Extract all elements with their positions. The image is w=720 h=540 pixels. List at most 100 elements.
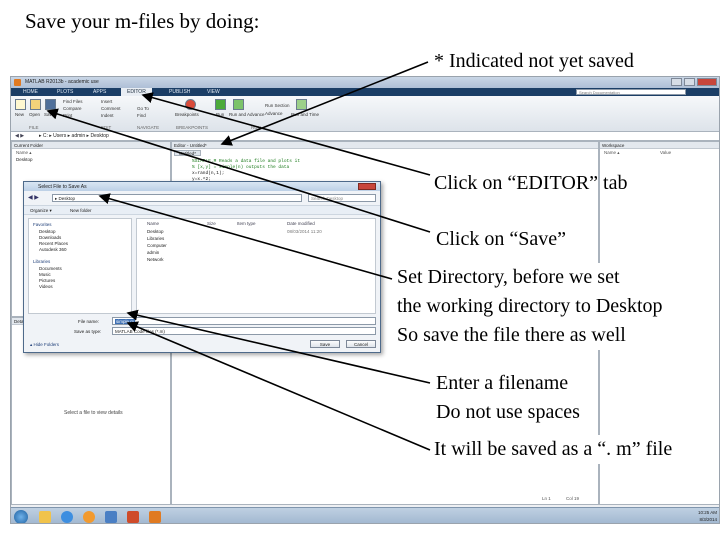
minimize-icon[interactable] [671, 78, 682, 86]
goto-button[interactable]: Go To [137, 106, 149, 111]
print-button[interactable]: Print [63, 113, 72, 118]
save-button[interactable]: Save [44, 112, 54, 117]
indent-button[interactable]: Indent [101, 113, 114, 118]
advance-button[interactable]: Advance [265, 111, 283, 116]
file-row-name[interactable]: Libraries [147, 236, 164, 241]
dialog-close-icon[interactable] [358, 183, 376, 190]
breakpoints-icon[interactable] [185, 99, 196, 110]
ie-icon[interactable] [61, 511, 73, 523]
close-icon[interactable] [697, 78, 717, 86]
note-directory: Set Directory, before we set the working… [397, 263, 663, 350]
compare-button[interactable]: Compare [63, 106, 82, 111]
breakpoints-button[interactable]: Breakpoints [175, 112, 199, 117]
media-icon[interactable] [105, 511, 117, 523]
file-row-date: 08/03/2014 11:20 [287, 229, 322, 234]
code-line[interactable]: % [x,y] = simple(n) outputs the data [192, 165, 289, 170]
nav-item[interactable]: Pictures [39, 278, 55, 283]
new-folder-button[interactable]: New folder [70, 208, 92, 213]
current-folder-header: Current Folder [12, 142, 170, 149]
powerpoint-icon[interactable] [127, 511, 139, 523]
status-ln: Ln 1 [542, 496, 551, 501]
col-type[interactable]: Item type [237, 221, 256, 226]
file-row-name[interactable]: admin [147, 250, 159, 255]
nav-item[interactable]: Music [39, 272, 51, 277]
nav-item[interactable]: Desktop [39, 229, 56, 234]
dialog-address-bar[interactable]: ▸ Desktop [52, 194, 302, 202]
code-line[interactable]: %SIMPLE.M Reads a data file and plots it [192, 159, 300, 164]
status-col: Col 19 [566, 496, 580, 501]
matlab-logo-icon [14, 79, 21, 86]
dialog-save-button[interactable]: Save [310, 340, 340, 348]
run-time-icon[interactable] [296, 99, 307, 110]
comment-button[interactable]: Comment [101, 106, 121, 111]
file-row-name[interactable]: Computer [147, 243, 167, 248]
matlab-taskbar-icon[interactable] [149, 511, 161, 523]
nav-item[interactable]: Recent Places [39, 241, 68, 246]
hide-folders-button[interactable]: ▴ Hide Folders [30, 342, 59, 348]
tab-plots[interactable]: PLOTS [51, 88, 79, 96]
tab-apps[interactable]: APPS [87, 88, 112, 96]
folder-item-desktop[interactable]: Desktop [16, 157, 33, 162]
run-advance-icon[interactable] [233, 99, 244, 110]
workspace-name-column[interactable]: Name ▴ [604, 150, 620, 156]
dialog-file-list: Name Size Item type Date modified Deskto… [136, 218, 376, 314]
dialog-titlebar: Select File to Save As [24, 182, 380, 191]
tab-home[interactable]: HOME [17, 88, 44, 96]
tab-publish[interactable]: PUBLISH [163, 88, 196, 96]
nav-favorites-header[interactable]: Favorites [33, 222, 52, 227]
col-size[interactable]: Size [207, 221, 216, 226]
organize-button[interactable]: Organize ▾ [30, 208, 52, 214]
dialog-search-input[interactable]: Search Desktop [308, 194, 376, 202]
col-name[interactable]: Name [147, 221, 159, 226]
explorer-icon[interactable] [39, 511, 51, 523]
clock-date: 8/3/2014 [699, 517, 717, 522]
path-back-icon[interactable]: ◀ ▶ [15, 133, 24, 139]
new-icon[interactable] [15, 99, 26, 110]
note-filename-line: Enter a filename [436, 372, 569, 394]
run-advance-button[interactable]: Run and Advance [229, 112, 265, 117]
nav-item[interactable]: Documents [39, 266, 62, 271]
nav-item[interactable]: Autodesk 360 [39, 247, 67, 252]
start-button-icon[interactable] [14, 510, 28, 523]
run-button[interactable]: Run [216, 112, 224, 117]
note-filename: Enter a filename Do not use spaces [436, 369, 580, 427]
open-button[interactable]: Open [29, 112, 40, 117]
run-section-button[interactable]: Run Section [265, 103, 290, 108]
save-type-label: Save as type: [74, 329, 102, 334]
new-button[interactable]: New [15, 112, 24, 117]
details-placeholder: Select a file to view details [64, 410, 123, 416]
insert-button[interactable]: Insert [101, 99, 112, 104]
find-button[interactable]: Find [137, 113, 146, 118]
firefox-icon[interactable] [83, 511, 95, 523]
tab-view[interactable]: VIEW [201, 88, 226, 96]
workspace-value-column[interactable]: Value [660, 150, 671, 155]
find-files-button[interactable]: Find Files [63, 99, 83, 104]
slide-heading: Save your m-files by doing: [25, 9, 260, 33]
nav-libraries-header[interactable]: Libraries [33, 259, 50, 264]
run-time-button[interactable]: Run and Time [291, 112, 319, 117]
dialog-cancel-button[interactable]: Cancel [346, 340, 376, 348]
col-date[interactable]: Date modified [287, 221, 315, 226]
save-icon[interactable] [45, 99, 56, 110]
section-edit: EDIT [101, 125, 112, 130]
dialog-toolbar: Organize ▾ New folder [24, 205, 380, 215]
code-line[interactable]: x=rand(n,1); [192, 171, 224, 176]
save-type-select[interactable]: MATLAB Code files (*.m) [112, 327, 376, 335]
editor-file-tab[interactable]: Untitled* [174, 150, 202, 156]
path-text: ▸ C: ▸ Users ▸ admin ▸ Desktop [39, 133, 109, 139]
search-documentation-input[interactable]: Search Documentation [576, 89, 686, 95]
section-navigate: NAVIGATE [137, 125, 160, 130]
run-icon[interactable] [215, 99, 226, 110]
file-row-name[interactable]: Desktop [147, 229, 164, 234]
dialog-back-icon[interactable]: ◀ ▶ [28, 194, 39, 201]
tab-editor[interactable]: EDITOR [121, 88, 152, 96]
note-editor-tab: Click on “EDITOR” tab [434, 172, 628, 194]
maximize-icon[interactable] [684, 78, 695, 86]
file-name-input[interactable]: simple.m [112, 317, 376, 325]
nav-item[interactable]: Videos [39, 284, 53, 289]
open-folder-icon[interactable] [30, 99, 41, 110]
file-row-name[interactable]: Network [147, 257, 164, 262]
nav-item[interactable]: Downloads [39, 235, 61, 240]
current-folder-name-column[interactable]: Name ▴ [16, 150, 32, 156]
current-folder-path[interactable]: ◀ ▶ ▸ C: ▸ Users ▸ admin ▸ Desktop [11, 132, 719, 141]
